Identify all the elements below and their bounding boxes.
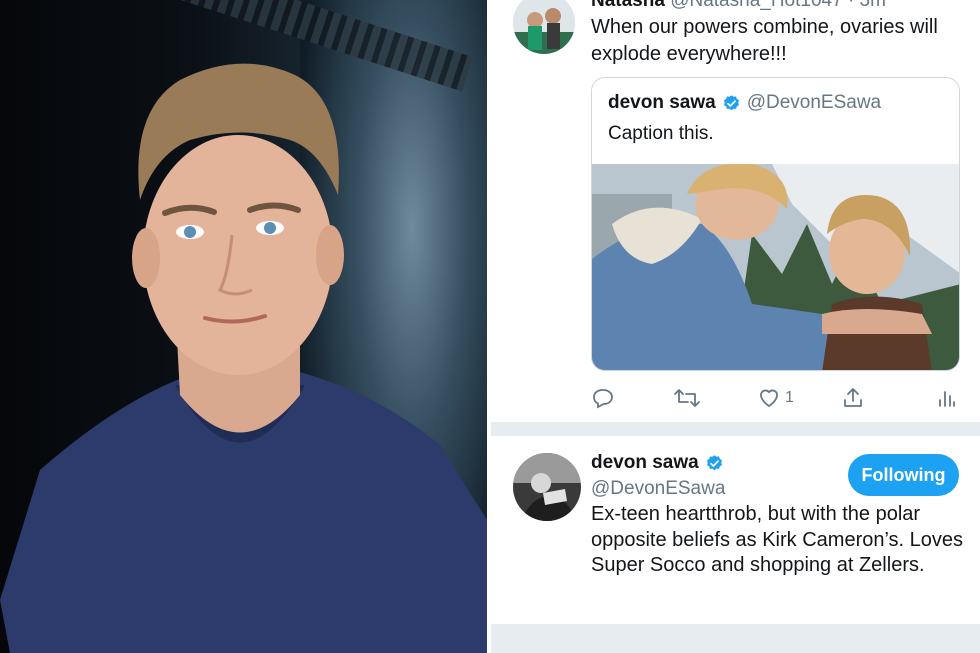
author-name[interactable]: Natasha bbox=[591, 0, 665, 11]
tweet-time: · 3m bbox=[847, 0, 886, 11]
like-button[interactable]: 1 bbox=[757, 384, 794, 412]
like-count: 1 bbox=[785, 389, 794, 406]
verified-badge-icon bbox=[706, 454, 722, 470]
quoted-tweet[interactable]: devon sawa @DevonESawa Caption this. bbox=[591, 77, 960, 371]
quoted-tweet-header: devon sawa @DevonESawa bbox=[608, 92, 881, 114]
verified-badge-icon bbox=[723, 94, 739, 110]
quoted-author-handle: @DevonESawa bbox=[746, 92, 882, 113]
profile-avatar-photo-icon bbox=[513, 453, 581, 521]
avatar[interactable] bbox=[513, 0, 575, 54]
profile-avatar[interactable] bbox=[513, 453, 581, 521]
tweet-text: When our powers combine, ovaries will ex… bbox=[591, 16, 938, 65]
share-button[interactable] bbox=[841, 384, 865, 412]
person-illustration bbox=[0, 63, 487, 653]
avatar-photo-icon bbox=[513, 0, 575, 54]
reply-button[interactable] bbox=[591, 384, 615, 412]
author-handle[interactable]: @Natasha_Hot1047 bbox=[670, 0, 842, 11]
profile-name-row: devon sawa bbox=[591, 452, 724, 474]
share-icon bbox=[844, 388, 862, 407]
quoted-tweet-photo[interactable] bbox=[592, 164, 960, 371]
twitter-screenshot: Natasha @Natasha_Hot1047 · 3m When our p… bbox=[491, 0, 980, 653]
retweet-button[interactable] bbox=[673, 384, 701, 412]
tweet-actions: 1 bbox=[591, 384, 961, 412]
tweet-header: Natasha @Natasha_Hot1047 · 3m bbox=[591, 0, 886, 12]
profile-name[interactable]: devon sawa bbox=[591, 452, 699, 474]
heart-icon bbox=[760, 389, 778, 407]
quoted-author-name: devon sawa bbox=[608, 92, 716, 113]
reply-icon bbox=[593, 389, 613, 409]
analytics-icon bbox=[939, 391, 955, 407]
retweet-icon bbox=[674, 389, 700, 407]
profile-bio: Ex-teen heartthrob, but with the polar o… bbox=[591, 503, 964, 576]
profile-handle[interactable]: @DevonESawa bbox=[591, 478, 725, 500]
analytics-button[interactable] bbox=[937, 384, 957, 412]
tweet-card[interactable]: Natasha @Natasha_Hot1047 · 3m When our p… bbox=[491, 0, 980, 422]
quoted-tweet-text: Caption this. bbox=[608, 123, 714, 144]
following-button[interactable]: Following bbox=[848, 454, 959, 496]
portrait-photo bbox=[0, 0, 487, 653]
